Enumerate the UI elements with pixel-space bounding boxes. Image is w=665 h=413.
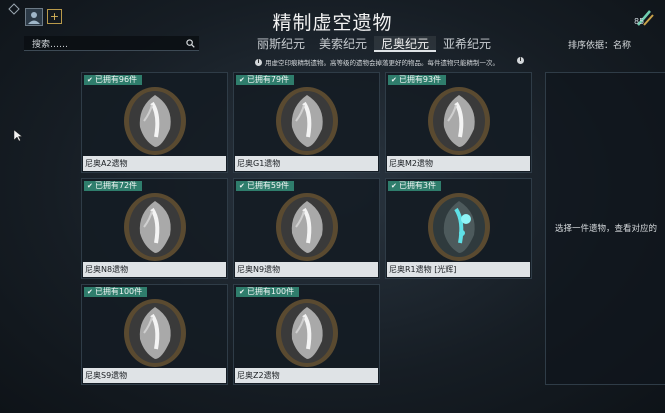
check-icon: ✔ xyxy=(239,182,245,190)
relic-name: 尼奥A2遗物 xyxy=(83,156,226,171)
tab-meso[interactable]: 美索纪元 xyxy=(312,36,374,52)
radiant-relic-icon xyxy=(428,193,490,261)
era-tabs: 丽斯纪元 美索纪元 尼奥纪元 亚希纪元 xyxy=(250,36,498,52)
top-bar: + 精制虚空遗物 85 xyxy=(0,0,665,34)
page-title: 精制虚空遗物 xyxy=(272,12,393,34)
relic-icon xyxy=(124,87,186,155)
relic-card[interactable]: ✔ 已拥有59件 尼奥N9遗物 xyxy=(233,178,380,279)
search-icon[interactable] xyxy=(186,39,195,48)
relic-card[interactable]: ✔ 已拥有100件 尼奥S9遗物 xyxy=(81,284,228,385)
relic-icon xyxy=(124,299,186,367)
relic-icon xyxy=(124,193,186,261)
relic-icon xyxy=(428,87,490,155)
check-icon: ✔ xyxy=(87,76,93,84)
relic-name: 尼奥R1遗物 [光辉] xyxy=(387,262,530,277)
search-placeholder: 搜索…… xyxy=(32,40,69,50)
mouse-cursor-icon xyxy=(14,130,22,142)
check-icon: ✔ xyxy=(391,182,397,190)
relic-card[interactable]: ✔ 已拥有72件 尼奥N8遗物 xyxy=(81,178,228,279)
info-icon: i xyxy=(255,58,262,66)
hint-text: 用虚空印痕精制遗物。高等级的遗物会掉落更好的物品。每件遗物只能精制一次。 xyxy=(265,59,499,67)
relic-icon xyxy=(276,193,338,261)
relic-name: 尼奥N9遗物 xyxy=(235,262,378,277)
tab-neo[interactable]: 尼奥纪元 xyxy=(374,36,437,52)
check-icon: ✔ xyxy=(391,76,397,84)
check-icon: ✔ xyxy=(239,76,245,84)
relic-icon xyxy=(276,299,338,367)
relic-card[interactable]: ✔ 已拥有79件 尼奥G1遗物 xyxy=(233,72,380,173)
relic-name: 尼奥G1遗物 xyxy=(235,156,378,171)
relic-detail-panel: 选择一件遗物，查看对应的 xyxy=(545,72,665,385)
search-input[interactable]: 搜索…… xyxy=(24,36,199,51)
relic-card[interactable]: ✔ 已拥有96件 尼奥A2遗物 xyxy=(81,72,228,173)
check-icon: ✔ xyxy=(87,288,93,296)
relic-name: 尼奥M2遗物 xyxy=(387,156,530,171)
tab-lith[interactable]: 丽斯纪元 xyxy=(250,36,312,52)
detail-prompt: 选择一件遗物，查看对应的 xyxy=(555,224,658,234)
check-icon: ✔ xyxy=(87,182,93,190)
relic-icon xyxy=(276,87,338,155)
relic-name: 尼奥Z2遗物 xyxy=(235,368,378,383)
relic-name: 尼奥S9遗物 xyxy=(83,368,226,383)
relic-card[interactable]: ✔ 已拥有100件 尼奥Z2遗物 xyxy=(233,284,380,385)
mastery-number: 85 xyxy=(634,17,645,26)
hint-line: i 用虚空印痕精制遗物。高等级的遗物会掉落更好的物品。每件遗物只能精制一次。 xyxy=(255,57,499,67)
info-icon-right[interactable]: i xyxy=(517,57,524,64)
relic-card[interactable]: ✔ 已拥有3件 尼奥R1遗物 [光辉] xyxy=(385,178,532,279)
check-icon: ✔ xyxy=(239,288,245,296)
relic-card[interactable]: ✔ 已拥有93件 尼奥M2遗物 xyxy=(385,72,532,173)
sort-dropdown[interactable]: 排序依据：名称 xyxy=(568,38,631,51)
tab-axi[interactable]: 亚希纪元 xyxy=(436,36,498,52)
relic-name: 尼奥N8遗物 xyxy=(83,262,226,277)
